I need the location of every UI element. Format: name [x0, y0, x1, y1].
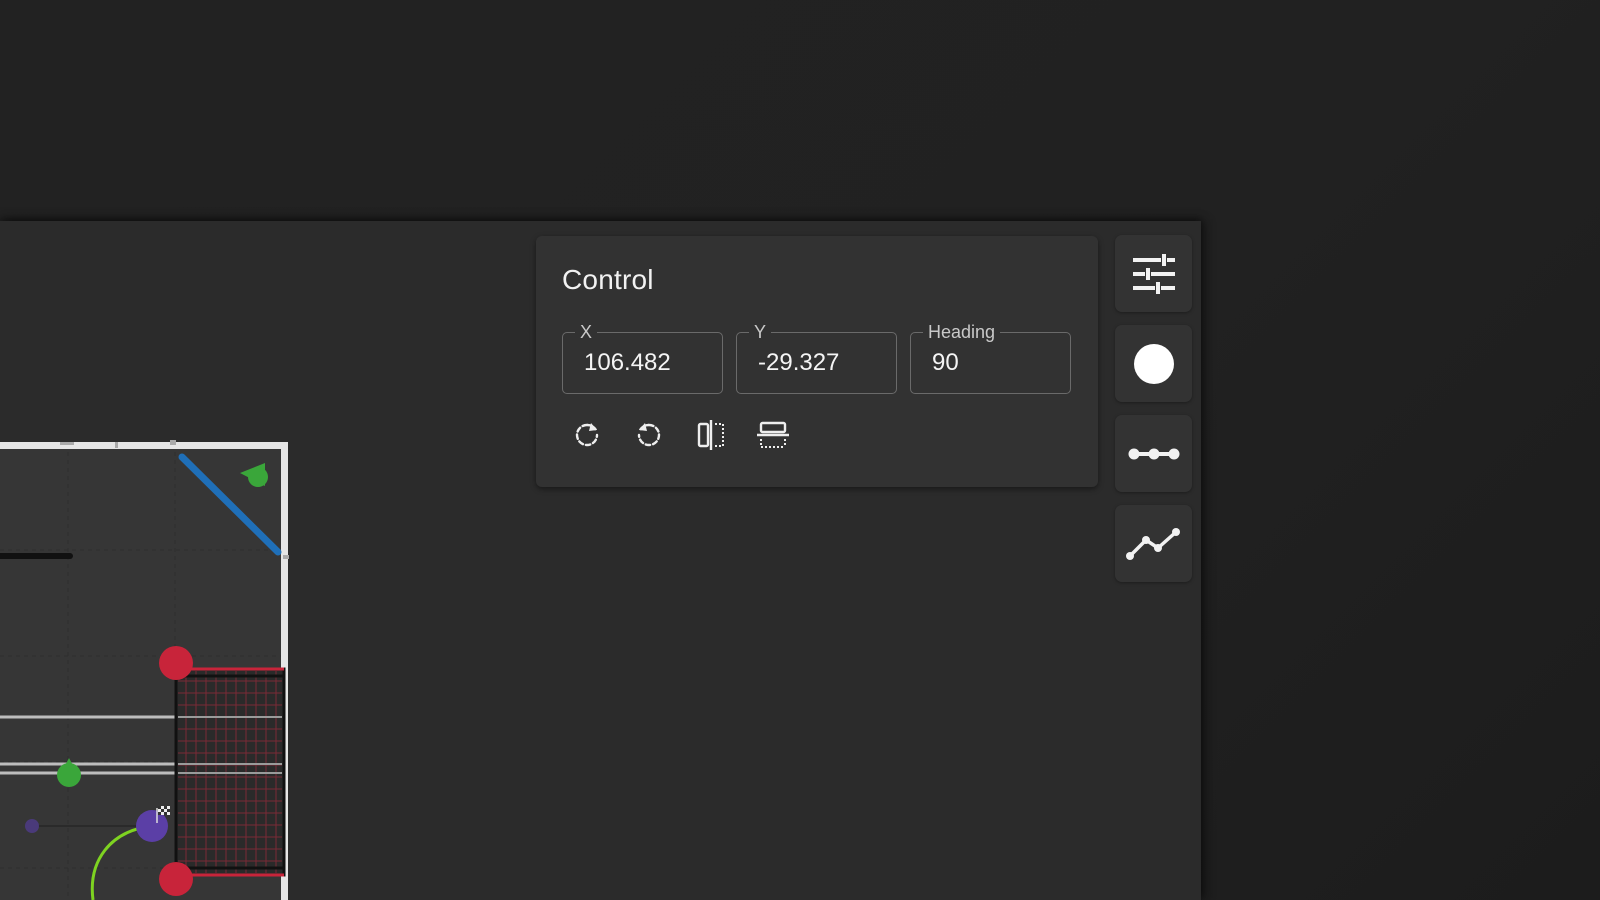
circle-point-icon [1133, 343, 1174, 384]
y-field[interactable]: Y [736, 322, 897, 394]
control-panel: Control X Y Heading [536, 236, 1098, 487]
x-field-label: X [575, 322, 598, 342]
flip-vertical-button[interactable] [750, 412, 796, 458]
settings-button[interactable] [1115, 235, 1192, 312]
line-segment-icon [1128, 448, 1179, 459]
goal-net [174, 667, 286, 877]
field-wall-top [0, 442, 288, 449]
flip-horizontal-button[interactable] [688, 412, 734, 458]
y-field-label: Y [749, 322, 772, 342]
add-path-button[interactable] [1115, 505, 1192, 582]
rotate-counterclockwise-button[interactable] [626, 412, 672, 458]
y-input[interactable] [758, 349, 878, 377]
rotate-clockwise-button[interactable] [564, 412, 610, 458]
red-goal-post-top [159, 646, 193, 680]
rotate-clockwise-icon [575, 423, 599, 447]
control-point[interactable] [25, 819, 39, 833]
heading-field-label: Heading [923, 322, 1001, 342]
heading-input[interactable] [932, 349, 1052, 377]
x-input[interactable] [584, 349, 704, 377]
flip-horizontal-icon [697, 420, 724, 450]
panel-title: Control [562, 264, 654, 295]
heading-field[interactable]: Heading [910, 322, 1071, 394]
rotate-counterclockwise-icon [637, 423, 661, 447]
red-goal-post-bottom [159, 862, 193, 896]
add-point-button[interactable] [1115, 325, 1192, 402]
flip-vertical-icon [757, 421, 789, 448]
path-icon [1125, 527, 1180, 560]
add-line-button[interactable] [1115, 415, 1192, 492]
sliders-icon [1132, 253, 1175, 294]
app-window: Control X Y Heading [0, 221, 1201, 900]
x-field[interactable]: X [562, 322, 723, 394]
